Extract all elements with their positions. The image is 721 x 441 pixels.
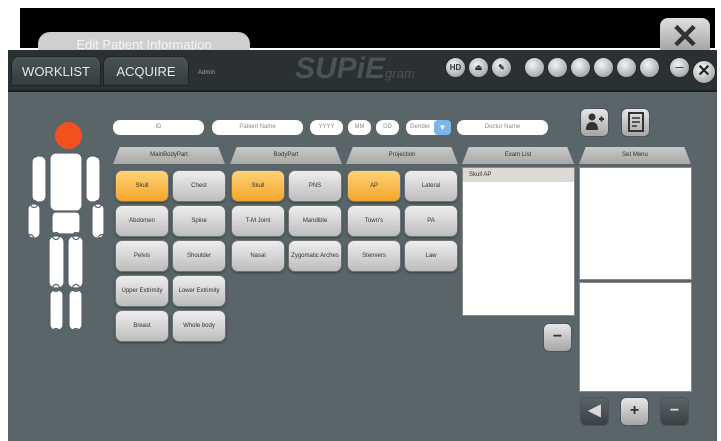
worklist-view-button[interactable] <box>621 108 650 137</box>
main-body-part-chest[interactable]: Chest <box>172 170 226 202</box>
id-field[interactable]: ID <box>113 120 204 135</box>
patient-name-field[interactable]: Patient Name <box>212 120 303 135</box>
projection-ap[interactable]: AP <box>347 170 401 202</box>
body-part-nasal[interactable]: Nasal <box>231 240 285 272</box>
eject-icon[interactable]: ⏏ <box>468 57 489 78</box>
tab-worklist[interactable]: WORKLIST <box>11 56 101 86</box>
projection-stenvers[interactable]: Stenvers <box>347 240 401 272</box>
main-body-part-header: MainBodyPart <box>113 147 225 164</box>
body-part-pns[interactable]: PNS <box>288 170 342 202</box>
worklist-icon <box>627 112 644 132</box>
back-button[interactable]: ◀ <box>580 397 609 426</box>
storage-icon[interactable] <box>616 57 637 78</box>
birth-month-field[interactable]: MM <box>348 120 371 135</box>
body-part-tm-joint[interactable]: T-M Joint <box>231 205 285 237</box>
projection-lateral[interactable]: Lateral <box>404 170 458 202</box>
list-icon[interactable] <box>570 57 591 78</box>
main-body-part-shoulder[interactable]: Shoulder <box>172 240 226 272</box>
add-patient-button[interactable] <box>580 108 609 137</box>
app-logo: SUPiEgram <box>295 52 415 85</box>
tab-acquire[interactable]: ACQUIRE <box>103 56 189 86</box>
body-figure-icon[interactable] <box>22 148 110 340</box>
body-part-mandible[interactable]: Mandible <box>288 205 342 237</box>
birth-year-field[interactable]: YYYY <box>310 120 343 135</box>
doctor-name-field[interactable]: Doctor Name <box>457 120 548 135</box>
close-window-button[interactable]: ✕ <box>692 60 716 84</box>
dose-icon[interactable] <box>547 57 568 78</box>
admin-label: Admin <box>198 70 216 76</box>
body-part-skull[interactable]: Skull <box>231 170 285 202</box>
pencil-icon[interactable]: ✎ <box>491 57 512 78</box>
add-set-button[interactable]: + <box>620 397 649 426</box>
main-body-part-breast[interactable]: Breast <box>115 310 169 342</box>
settings-icon[interactable] <box>639 57 660 78</box>
image-icon[interactable] <box>524 57 545 78</box>
projection-header: Projection <box>346 147 458 164</box>
exam-list-header: Exam List <box>462 147 574 164</box>
main-body-part-skull[interactable]: Skull <box>115 170 169 202</box>
remove-exam-button[interactable]: − <box>543 323 572 352</box>
chevron-down-icon: ▼ <box>434 120 451 135</box>
minimize-icon[interactable]: — <box>669 57 690 78</box>
gender-select[interactable]: Gender ▼ <box>406 120 451 135</box>
main-body-part-abdomen[interactable]: Abdomen <box>115 205 169 237</box>
set-menu-bottom-panel[interactable] <box>579 282 692 392</box>
main-body-part-upper-extremity[interactable]: Upper Extrimity <box>115 275 169 307</box>
projection-towns[interactable]: Town's <box>347 205 401 237</box>
print-icon[interactable] <box>593 57 614 78</box>
set-menu-header: Set Menu <box>579 147 691 164</box>
main-body-part-spine[interactable]: Spine <box>172 205 226 237</box>
add-user-icon <box>585 113 604 130</box>
remove-set-button[interactable]: − <box>660 397 689 426</box>
body-part-zygomatic-arches[interactable]: Zygomatic Arches <box>288 240 342 272</box>
body-head-marker[interactable] <box>55 122 82 149</box>
exam-list-panel[interactable]: Skull AP <box>462 167 575 316</box>
birth-day-field[interactable]: DD <box>376 120 399 135</box>
body-part-header: BodyPart <box>230 147 342 164</box>
set-menu-top-panel[interactable] <box>579 167 692 280</box>
main-body-part-pelvis[interactable]: Pelvis <box>115 240 169 272</box>
projection-pa[interactable]: PA <box>404 205 458 237</box>
main-body-part-whole-body[interactable]: Whole body <box>172 310 226 342</box>
projection-law[interactable]: Law <box>404 240 458 272</box>
list-item[interactable]: Skull AP <box>463 168 574 182</box>
main-body-part-lower-extremity[interactable]: Lower Extrimity <box>172 275 226 307</box>
